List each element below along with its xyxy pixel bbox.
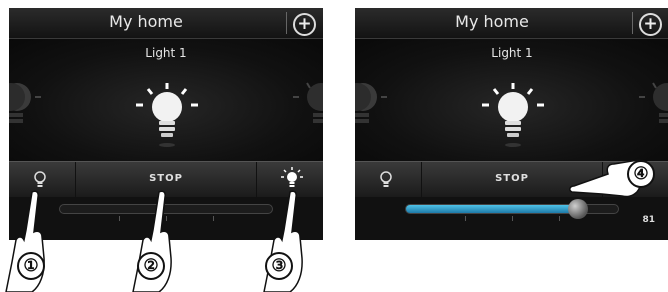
callout-4: ④ [627, 160, 655, 188]
light-bulb-on-icon[interactable] [134, 81, 200, 155]
add-icon[interactable]: + [293, 13, 316, 36]
slider-tick [213, 216, 214, 221]
control-divider [75, 162, 76, 198]
dimmer-slider-fill [406, 205, 578, 213]
slider-tick [465, 216, 466, 221]
previous-device-bulb-icon[interactable] [9, 79, 41, 139]
callout-1: ① [17, 252, 45, 280]
header-bar: My home + [9, 8, 323, 39]
light-bulb-on-icon[interactable] [480, 81, 546, 155]
slider-tick [119, 216, 120, 221]
header-divider [632, 12, 633, 34]
device-name: Light 1 [145, 46, 187, 60]
device-name: Light 1 [491, 46, 533, 60]
light-off-button-icon[interactable] [33, 171, 47, 189]
add-icon[interactable]: + [639, 13, 662, 36]
header-divider [286, 12, 287, 34]
stop-button[interactable]: STOP [79, 173, 253, 184]
header-title: My home [109, 12, 183, 31]
header-bar: My home + [355, 8, 668, 39]
light-off-button-icon[interactable] [379, 171, 393, 189]
dimmer-level-value: 81 [642, 215, 655, 225]
dimmer-slider-track[interactable] [405, 199, 619, 219]
slider-tick [559, 216, 560, 221]
previous-device-bulb-icon[interactable] [355, 79, 387, 139]
control-divider [421, 162, 422, 198]
next-device-bulb-icon[interactable] [293, 79, 323, 139]
slider-tick [512, 216, 513, 221]
callout-2: ② [137, 252, 165, 280]
light-control-screen-2: My home + Light 1 STOP 81 [355, 8, 668, 240]
callout-3: ③ [265, 252, 293, 280]
header-title: My home [455, 12, 529, 31]
next-device-bulb-icon[interactable] [639, 79, 668, 139]
